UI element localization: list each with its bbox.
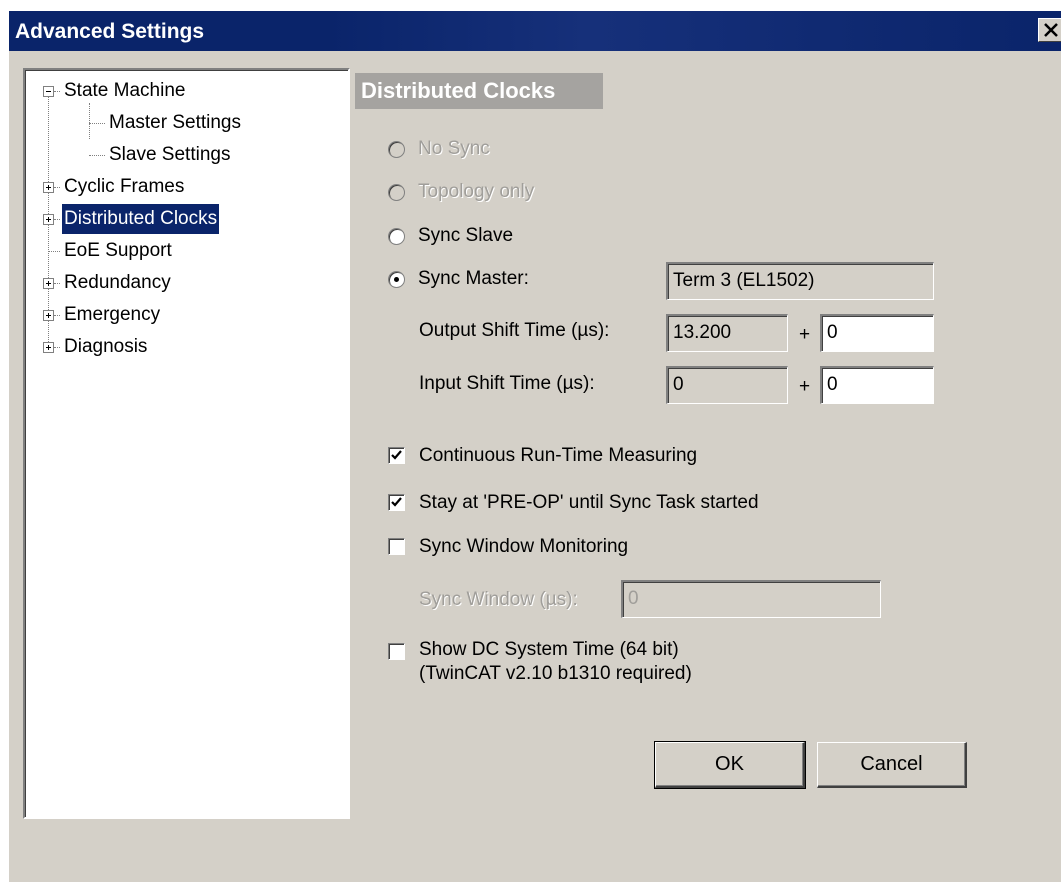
tree-item-redundancy[interactable]: Redundancy	[25, 268, 345, 298]
expand-icon[interactable]	[43, 278, 54, 289]
tree-connector	[54, 187, 60, 189]
output-shift-value: 13.200	[666, 314, 788, 352]
tree-item-label: Distributed Clocks	[62, 204, 220, 234]
input-shift-offset-input[interactable]: 0	[820, 366, 934, 404]
sync-slave-label: Sync Slave	[418, 225, 514, 246]
plus-sign: +	[799, 324, 811, 345]
expand-icon[interactable]	[43, 342, 54, 353]
show-dc-time-checkbox[interactable]	[388, 643, 405, 660]
output-shift-label: Output Shift Time (µs):	[419, 320, 610, 341]
input-shift-label: Input Shift Time (µs):	[419, 373, 595, 394]
tree-item-label: Master Settings	[109, 112, 241, 133]
no-sync-radio[interactable]	[388, 141, 405, 158]
expand-icon[interactable]	[43, 214, 54, 225]
stay-preop-label: Stay at 'PRE-OP' until Sync Task started	[419, 492, 759, 513]
tree-item-label: Redundancy	[64, 272, 171, 293]
sync-master-radio[interactable]	[388, 271, 405, 288]
tree-item-cyclic-frames[interactable]: Cyclic Frames	[25, 172, 345, 202]
collapse-icon[interactable]	[43, 86, 54, 97]
sync-window-field: 0	[621, 580, 881, 618]
cancel-button[interactable]: Cancel	[817, 742, 967, 788]
tree-item-state-machine[interactable]: State Machine	[25, 76, 345, 106]
settings-tree[interactable]: State Machine Master Settings Slave Sett…	[23, 68, 350, 819]
tree-item-diagnosis[interactable]: Diagnosis	[25, 332, 345, 362]
tree-item-label: Diagnosis	[64, 336, 148, 357]
show-dc-time-label: Show DC System Time (64 bit)	[419, 639, 679, 660]
expand-icon[interactable]	[43, 182, 54, 193]
stay-preop-checkbox[interactable]	[388, 494, 405, 511]
close-button[interactable]	[1038, 18, 1061, 42]
tree-item-label: EoE Support	[64, 240, 172, 261]
output-shift-offset-input[interactable]: 0	[820, 314, 934, 352]
sync-window-monitoring-label: Sync Window Monitoring	[419, 536, 629, 557]
checkmark-icon	[391, 450, 402, 460]
close-icon	[1044, 23, 1058, 37]
tree-item-distributed-clocks[interactable]: Distributed Clocks	[25, 204, 345, 234]
plus-sign: +	[799, 376, 811, 397]
sync-window-label: Sync Window (µs):	[419, 589, 578, 610]
tree-item-emergency[interactable]: Emergency	[25, 300, 345, 330]
sync-window-monitoring-checkbox[interactable]	[388, 538, 405, 555]
topology-only-label: Topology only	[418, 181, 535, 202]
section-header: Distributed Clocks	[355, 73, 603, 109]
window-title: Advanced Settings	[15, 20, 205, 43]
tree-connector	[54, 283, 60, 285]
continuous-runtime-checkbox[interactable]	[388, 447, 405, 464]
topology-only-radio[interactable]	[388, 184, 405, 201]
sync-slave-radio[interactable]	[388, 228, 405, 245]
input-shift-value: 0	[666, 366, 788, 404]
tree-connector	[54, 219, 60, 221]
continuous-runtime-label: Continuous Run-Time Measuring	[419, 445, 698, 466]
tree-connector	[54, 315, 60, 317]
expand-icon[interactable]	[43, 310, 54, 321]
sync-master-label: Sync Master:	[418, 268, 529, 289]
ok-button[interactable]: OK	[654, 741, 806, 789]
tree-item-label: Emergency	[64, 304, 161, 325]
tree-connector	[54, 91, 60, 93]
sync-master-field: Term 3 (EL1502)	[666, 262, 934, 300]
tree-item-label: State Machine	[64, 80, 186, 101]
advanced-settings-dialog: Advanced Settings State Machine Master S…	[8, 10, 1061, 882]
tree-item-eoe-support[interactable]: EoE Support	[25, 236, 345, 266]
tree-item-label: Cyclic Frames	[64, 176, 185, 197]
tree-connector	[54, 347, 60, 349]
tree-item-label: Slave Settings	[109, 144, 231, 165]
tree-item-master-settings[interactable]: Master Settings	[25, 108, 345, 138]
checkmark-icon	[391, 497, 402, 507]
tree-connector	[48, 251, 60, 253]
title-bar[interactable]: Advanced Settings	[9, 11, 1061, 51]
tree-item-slave-settings[interactable]: Slave Settings	[25, 140, 345, 170]
no-sync-label: No Sync	[418, 138, 490, 159]
show-dc-time-note: (TwinCAT v2.10 b1310 required)	[419, 663, 692, 684]
